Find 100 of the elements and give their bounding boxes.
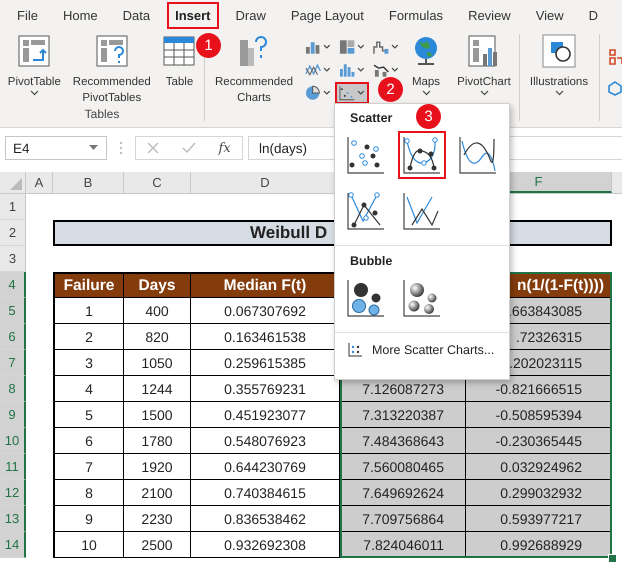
straight-lines-chart-icon [402, 191, 442, 231]
menu-section-title: Scatter [350, 111, 392, 125]
ribbon-tab[interactable]: View [528, 2, 572, 28]
row-header[interactable]: 14 [0, 532, 26, 558]
ribbon-tab[interactable]: Home [54, 2, 106, 28]
caret-icon [357, 44, 365, 50]
column-header[interactable]: C [124, 172, 191, 193]
ribbon-button[interactable]: Recommended PivotTables [68, 34, 155, 106]
column-header[interactable]: B [53, 172, 124, 193]
fill-handle[interactable] [608, 554, 617, 563]
straight-lines-markers-chart-icon [346, 191, 386, 231]
table-cell: 5 [53, 402, 124, 428]
row-header[interactable]: 2 [0, 220, 26, 246]
table-cell: 7.649692624 [340, 480, 466, 506]
table-cell: -0.508595394 [466, 402, 612, 428]
smooth-lines-markers-chart-icon [402, 135, 442, 175]
bubble-chart-icon [346, 278, 386, 318]
column-heading: Failure [53, 272, 124, 298]
ribbon-tab[interactable]: Insert [167, 2, 219, 28]
ribbon-button[interactable]: Illustrations [520, 34, 598, 96]
row-header[interactable]: 13 [0, 506, 26, 532]
row-header[interactable]: 7 [0, 350, 26, 376]
caret-icon [323, 44, 331, 50]
table-cell: 3 [53, 350, 124, 376]
table-cell: 0.032924962 [466, 454, 612, 480]
grip-icon[interactable] [119, 141, 123, 155]
caret-icon [89, 145, 98, 151]
row-header[interactable]: 6 [0, 324, 26, 350]
table-cell: 7 [53, 454, 124, 480]
row-header[interactable]: 4 [0, 272, 26, 298]
statistic-chart-icon [339, 62, 356, 78]
table-cell: 7.560080465 [340, 454, 466, 480]
recommended-pivot-icon [94, 34, 130, 68]
bubble-3d-chart-icon [402, 278, 442, 318]
row-header[interactable]: 10 [0, 428, 26, 454]
ribbon-button[interactable]: PivotTable [0, 34, 69, 96]
ribbon-tab[interactable]: Formulas [380, 2, 452, 28]
table-cell: 0.644230769 [191, 454, 340, 480]
ribbon-tab[interactable]: D [580, 2, 606, 28]
ribbon-button[interactable]: Maps [403, 34, 449, 96]
table-cell: 2100 [124, 480, 191, 506]
add-in-icon[interactable] [608, 48, 622, 66]
hierarchy-chart-icon [339, 39, 356, 55]
chart-type-button[interactable] [335, 82, 369, 104]
table-cell: 4 [53, 376, 124, 402]
line-chart-icon [305, 62, 322, 78]
illustrations-icon [541, 34, 577, 68]
ribbon-tab[interactable]: Draw [228, 2, 274, 28]
combo-chart-icon [373, 62, 390, 78]
table-cell: 2230 [124, 506, 191, 532]
group-label: Tables [84, 107, 120, 121]
table-cell: 820 [124, 324, 191, 350]
row-header[interactable]: 1 [0, 194, 26, 220]
table-cell: 0.740384615 [191, 480, 340, 506]
table-cell: 0.836538462 [191, 506, 340, 532]
ribbon-tab[interactable]: Data [114, 2, 158, 28]
caret-icon [323, 90, 331, 96]
table-cell: 0.932692308 [191, 532, 340, 558]
row-header[interactable]: 9 [0, 402, 26, 428]
table-cell: -0.230365445 [466, 428, 612, 454]
smooth-lines-chart-icon [458, 135, 498, 175]
table-cell: 10 [53, 532, 124, 558]
name-box[interactable]: E4 [5, 136, 107, 160]
scatter-chart-icon [339, 85, 356, 101]
table-cell: 9 [53, 506, 124, 532]
caret-icon [357, 67, 365, 73]
column-header[interactable]: A [26, 172, 53, 193]
ribbon-button[interactable]: PivotChart [449, 34, 519, 96]
table-cell: 1244 [124, 376, 191, 402]
chart-option[interactable] [398, 131, 446, 179]
ribbon-tab[interactable]: Review [460, 2, 519, 28]
ribbon-tab[interactable]: Page Layout [282, 2, 372, 28]
menu-section-title: Bubble [350, 254, 392, 268]
table-cell: 2 [53, 324, 124, 350]
row-header[interactable]: 3 [0, 246, 26, 272]
table-icon [161, 34, 198, 68]
shapes-icon[interactable] [608, 80, 622, 96]
corner-triangle-icon [10, 178, 22, 190]
row-header[interactable]: 12 [0, 480, 26, 506]
table-cell: 400 [124, 298, 191, 324]
pivot-table-icon [16, 34, 52, 68]
caret-icon [357, 90, 365, 96]
pie-chart-icon [305, 85, 322, 101]
table-cell: 8 [53, 480, 124, 506]
table-cell: 7.824046011 [340, 532, 466, 558]
markers-chart-icon [346, 135, 386, 175]
caret-icon [391, 44, 399, 50]
table-cell: 0.593977217 [466, 506, 612, 532]
ribbon-tab[interactable]: File [9, 2, 46, 28]
column-chart-icon [305, 39, 322, 55]
row-header[interactable]: 8 [0, 376, 26, 402]
insert-function-button[interactable]: fx [218, 140, 231, 156]
column-heading: Days [124, 272, 191, 298]
row-header[interactable]: 11 [0, 454, 26, 480]
table-cell: 1 [53, 298, 124, 324]
row-header[interactable]: 5 [0, 298, 26, 324]
scatter-chart-icon [348, 343, 362, 357]
table-cell: 6 [53, 428, 124, 454]
table-cell: 1500 [124, 402, 191, 428]
table-cell: 0.299032932 [466, 480, 612, 506]
